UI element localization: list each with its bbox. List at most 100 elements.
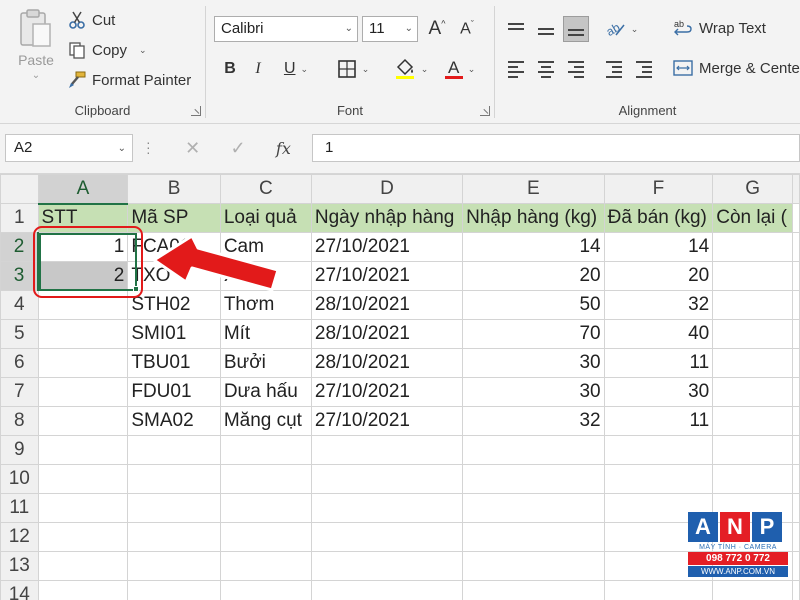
chevron-down-icon[interactable]: ⌄ (139, 45, 147, 56)
empty-cell[interactable] (127, 435, 221, 465)
dialog-launcher-icon[interactable] (191, 106, 201, 116)
underline-button[interactable]: U ⌄ (276, 56, 316, 82)
empty-cell[interactable] (127, 493, 221, 523)
data-cell[interactable]: 30 (462, 348, 605, 378)
empty-cell[interactable] (219, 551, 312, 581)
italic-button[interactable]: I (246, 56, 270, 82)
data-cell[interactable]: 27/10/2021 (310, 232, 464, 262)
empty-cell[interactable] (792, 406, 800, 436)
name-box[interactable]: A2 ⌄ (5, 134, 133, 162)
empty-cell[interactable] (792, 290, 800, 320)
middle-align-button[interactable] (533, 16, 559, 42)
column-header-e[interactable]: E (462, 174, 605, 204)
empty-cell[interactable] (462, 551, 605, 581)
align-left-button[interactable] (503, 56, 529, 82)
empty-cell[interactable] (37, 435, 129, 465)
data-cell[interactable] (712, 319, 793, 349)
insert-function-icon[interactable]: fx (276, 139, 291, 158)
data-cell[interactable] (712, 290, 793, 320)
header-cell[interactable]: Còn lại ( (712, 203, 793, 233)
header-cell[interactable]: Đã bán (kg) (603, 203, 714, 233)
empty-cell[interactable] (219, 580, 312, 600)
empty-cell[interactable] (712, 464, 793, 494)
merge-center-button[interactable]: Merge & Center (673, 58, 800, 78)
paste-button[interactable]: Paste ⌄ (10, 6, 62, 90)
data-cell[interactable]: 20 (603, 261, 714, 291)
data-cell[interactable]: 40 (603, 319, 714, 349)
empty-cell[interactable] (792, 319, 800, 349)
data-cell[interactable]: 27/10/2021 (310, 261, 464, 291)
empty-cell[interactable] (127, 522, 221, 552)
header-cell[interactable]: Mã SP (127, 203, 221, 233)
data-cell[interactable] (712, 377, 793, 407)
empty-cell[interactable] (603, 435, 714, 465)
fill-handle[interactable] (133, 286, 139, 292)
empty-cell[interactable] (792, 377, 800, 407)
data-cell[interactable]: Mít (219, 319, 312, 349)
data-cell[interactable]: 11 (603, 406, 714, 436)
empty-cell[interactable] (310, 493, 464, 523)
row-header[interactable]: 9 (0, 435, 39, 465)
empty-cell[interactable] (462, 493, 605, 523)
fill-color-button[interactable]: ⌄ (390, 56, 432, 82)
data-cell[interactable]: 50 (462, 290, 605, 320)
empty-cell[interactable] (712, 435, 793, 465)
data-cell[interactable] (712, 348, 793, 378)
dialog-launcher-icon[interactable] (480, 106, 490, 116)
empty-cell[interactable] (792, 580, 800, 600)
empty-cell[interactable] (462, 522, 605, 552)
data-cell[interactable]: SMI01 (127, 319, 221, 349)
row-header[interactable]: 11 (0, 493, 39, 523)
copy-button[interactable]: Copy ⌄ (66, 38, 147, 62)
column-header-c[interactable]: C (219, 174, 312, 204)
data-cell[interactable] (37, 319, 129, 349)
data-cell[interactable]: 14 (462, 232, 605, 262)
top-align-button[interactable] (503, 16, 529, 42)
header-cell[interactable]: Loại quả (219, 203, 312, 233)
data-cell[interactable]: 28/10/2021 (310, 290, 464, 320)
data-cell[interactable]: 20 (462, 261, 605, 291)
data-cell[interactable]: 2 (37, 261, 129, 291)
data-cell[interactable]: 70 (462, 319, 605, 349)
data-cell[interactable]: Bưởi (219, 348, 312, 378)
data-cell[interactable]: FDU01 (127, 377, 221, 407)
data-cell[interactable] (37, 406, 129, 436)
empty-cell[interactable] (219, 435, 312, 465)
empty-cell[interactable] (603, 464, 714, 494)
column-header-b[interactable]: B (127, 174, 221, 204)
column-header-d[interactable]: D (310, 174, 464, 204)
chevron-down-icon[interactable]: ⌄ (118, 143, 126, 154)
data-cell[interactable]: 11 (603, 348, 714, 378)
data-cell[interactable]: 30 (603, 377, 714, 407)
empty-cell[interactable] (792, 435, 800, 465)
empty-cell[interactable] (37, 522, 129, 552)
row-header[interactable]: 3 (0, 261, 40, 291)
resize-handle[interactable]: · · · (146, 135, 151, 159)
row-header[interactable]: 8 (0, 406, 39, 436)
data-cell[interactable]: SMA02 (127, 406, 221, 436)
row-header[interactable]: 12 (0, 522, 39, 552)
row-header[interactable]: 1 (0, 203, 39, 233)
select-all-corner[interactable] (0, 174, 39, 204)
data-cell[interactable] (712, 261, 793, 291)
formula-input[interactable]: 1 (312, 134, 800, 162)
empty-cell[interactable] (462, 435, 605, 465)
empty-cell[interactable] (219, 522, 312, 552)
row-header[interactable]: 5 (0, 319, 39, 349)
empty-cell[interactable] (127, 551, 221, 581)
cancel-icon[interactable]: ✕ (185, 138, 200, 159)
bold-button[interactable]: B (218, 56, 242, 82)
data-cell[interactable]: 32 (603, 290, 714, 320)
row-header[interactable]: 6 (0, 348, 39, 378)
bottom-align-button[interactable] (563, 16, 589, 42)
empty-cell[interactable] (792, 232, 800, 262)
cut-button[interactable]: Cut (66, 8, 115, 32)
wrap-text-button[interactable]: ab Wrap Text (673, 18, 766, 38)
data-cell[interactable]: 27/10/2021 (310, 406, 464, 436)
format-painter-button[interactable]: Format Painter (66, 68, 191, 92)
empty-cell[interactable] (219, 493, 312, 523)
orientation-button[interactable]: ab ⌄ (601, 16, 641, 42)
align-center-button[interactable] (533, 56, 559, 82)
data-cell[interactable]: 28/10/2021 (310, 348, 464, 378)
borders-button[interactable]: ⌄ (332, 56, 374, 82)
